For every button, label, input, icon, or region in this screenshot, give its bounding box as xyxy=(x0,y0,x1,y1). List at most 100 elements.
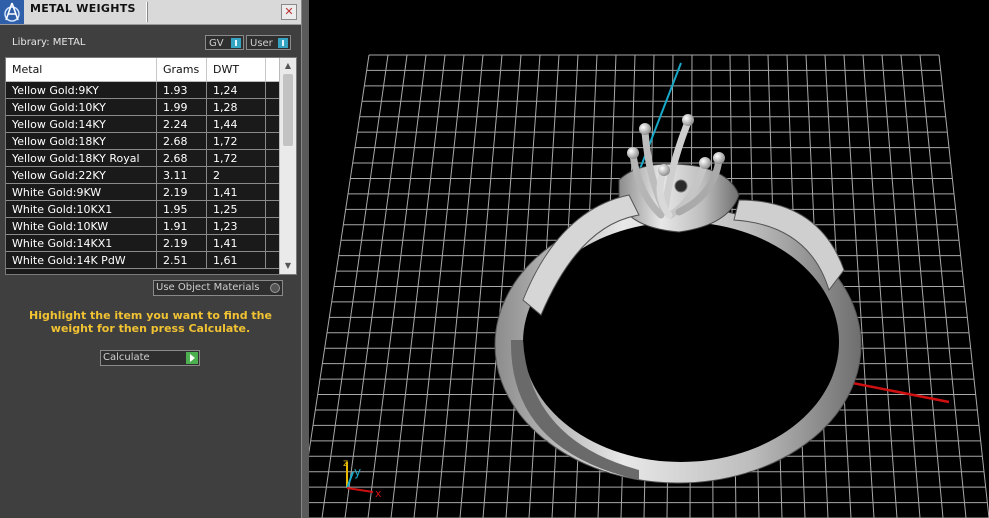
cell-dwt: 2 xyxy=(207,167,266,184)
3d-viewport[interactable]: z y x xyxy=(309,0,989,518)
column-header-dwt[interactable]: DWT xyxy=(207,58,266,81)
cell-dwt: 1,72 xyxy=(207,150,266,167)
cell-dwt: 1,44 xyxy=(207,116,266,133)
table-row[interactable]: White Gold:10KX1 1.95 1,25 xyxy=(6,201,279,218)
cell-grams: 1.93 xyxy=(157,82,207,99)
cell-dwt: 1,61 xyxy=(207,252,266,269)
cell-dwt: 1,25 xyxy=(207,201,266,218)
cell-spacer xyxy=(266,82,279,99)
cell-metal: White Gold:10KW xyxy=(6,218,157,235)
gizmo-x-label: x xyxy=(375,487,382,500)
cell-metal: Yellow Gold:18KY Royal xyxy=(6,150,157,167)
viewport-canvas[interactable]: z y x xyxy=(309,0,989,518)
gv-toggle-label: GV xyxy=(209,38,224,49)
table-row[interactable]: White Gold:10KW 1.91 1,23 xyxy=(6,218,279,235)
gv-toggle[interactable]: GV xyxy=(205,35,244,50)
table-row[interactable]: Yellow Gold:22KY 3.11 2 xyxy=(6,167,279,184)
scroll-up-icon[interactable]: ▲ xyxy=(280,59,296,73)
cell-spacer xyxy=(266,133,279,150)
app-logo-icon xyxy=(0,0,24,24)
table-row[interactable]: Yellow Gold:18KY 2.68 1,72 xyxy=(6,133,279,150)
cell-metal: Yellow Gold:22KY xyxy=(6,167,157,184)
gv-toggle-switch-icon xyxy=(231,38,241,48)
cell-metal: Yellow Gold:9KY xyxy=(6,82,157,99)
cell-dwt: 1,28 xyxy=(207,99,266,116)
ring-prong-tip-3 xyxy=(627,147,639,159)
column-header-metal[interactable]: Metal xyxy=(6,58,157,81)
cell-spacer xyxy=(266,235,279,252)
instruction-text: Highlight the item you want to find the … xyxy=(29,309,272,335)
cell-grams: 2.19 xyxy=(157,235,207,252)
cell-grams: 1.95 xyxy=(157,201,207,218)
cell-spacer xyxy=(266,150,279,167)
panel-title: METAL WEIGHTS xyxy=(30,2,136,15)
user-toggle[interactable]: User xyxy=(246,35,291,50)
cell-dwt: 1,72 xyxy=(207,133,266,150)
table-row[interactable]: Yellow Gold:18KY Royal 2.68 1,72 xyxy=(6,150,279,167)
panel-titlebar: METAL WEIGHTS ✕ xyxy=(0,0,301,25)
cell-metal: White Gold:14KX1 xyxy=(6,235,157,252)
scroll-thumb[interactable] xyxy=(283,74,293,146)
table-row[interactable]: White Gold:14KX1 2.19 1,41 xyxy=(6,235,279,252)
use-object-materials-option[interactable]: Use Object Materials xyxy=(153,280,283,296)
ring-prong-tip-6 xyxy=(713,152,725,164)
ring-prong-tip-2 xyxy=(682,114,694,126)
cell-grams: 2.68 xyxy=(157,150,207,167)
ring-prong-tip-4 xyxy=(699,157,711,169)
close-button[interactable]: ✕ xyxy=(281,4,297,20)
user-toggle-switch-icon xyxy=(278,38,288,48)
axis-gizmo: z y x xyxy=(343,458,382,500)
gizmo-x-line xyxy=(346,487,374,493)
cell-metal: Yellow Gold:14KY xyxy=(6,116,157,133)
cell-grams: 3.11 xyxy=(157,167,207,184)
cell-dwt: 1,24 xyxy=(207,82,266,99)
cell-grams: 2.51 xyxy=(157,252,207,269)
cell-spacer xyxy=(266,252,279,269)
cell-metal: White Gold:9KW xyxy=(6,184,157,201)
gizmo-z-label: z xyxy=(343,458,348,469)
title-tab-divider xyxy=(146,2,147,22)
table-scrollbar[interactable]: ▲ ▼ xyxy=(279,58,296,274)
cell-metal: Yellow Gold:10KY xyxy=(6,99,157,116)
calculate-button[interactable]: Calculate xyxy=(100,350,200,366)
ring-setting-hole xyxy=(674,179,688,193)
table-row[interactable]: Yellow Gold:9KY 1.93 1,24 xyxy=(6,82,279,99)
metal-table: Metal Grams DWT Yellow Gold:9KY 1.93 1,24 Y… xyxy=(5,57,297,275)
table-header: Metal Grams DWT xyxy=(6,58,279,82)
cell-spacer xyxy=(266,99,279,116)
use-object-materials-label: Use Object Materials xyxy=(156,282,260,293)
ring-prong-tip-5 xyxy=(658,164,670,176)
cell-spacer xyxy=(266,184,279,201)
cell-metal: White Gold:10KX1 xyxy=(6,201,157,218)
cell-grams: 1.91 xyxy=(157,218,207,235)
cell-spacer xyxy=(266,167,279,184)
gizmo-y-label: y xyxy=(354,465,361,479)
cell-metal: Yellow Gold:18KY xyxy=(6,133,157,150)
cell-metal: White Gold:14K PdW xyxy=(6,252,157,269)
table-row[interactable]: White Gold:14K PdW 2.51 1,61 xyxy=(6,252,279,269)
cell-dwt: 1,41 xyxy=(207,235,266,252)
cell-spacer xyxy=(266,201,279,218)
scroll-down-icon[interactable]: ▼ xyxy=(280,259,296,273)
ring-model[interactable] xyxy=(494,114,862,484)
cell-spacer xyxy=(266,218,279,235)
metal-weights-panel: METAL WEIGHTS ✕ Library: METAL GV User M… xyxy=(0,0,301,518)
play-icon xyxy=(186,352,198,364)
ring-prong-tip-1 xyxy=(639,123,651,135)
cell-dwt: 1,41 xyxy=(207,184,266,201)
calculate-label: Calculate xyxy=(103,352,150,363)
cell-grams: 2.19 xyxy=(157,184,207,201)
cell-spacer xyxy=(266,116,279,133)
cell-dwt: 1,23 xyxy=(207,218,266,235)
cell-grams: 2.68 xyxy=(157,133,207,150)
library-label: Library: METAL xyxy=(12,37,86,48)
radio-icon[interactable] xyxy=(270,283,280,293)
panel-splitter[interactable] xyxy=(301,0,309,518)
cell-grams: 2.24 xyxy=(157,116,207,133)
table-row[interactable]: Yellow Gold:14KY 2.24 1,44 xyxy=(6,116,279,133)
user-toggle-label: User xyxy=(250,38,273,49)
cell-grams: 1.99 xyxy=(157,99,207,116)
table-row[interactable]: Yellow Gold:10KY 1.99 1,28 xyxy=(6,99,279,116)
column-header-grams[interactable]: Grams xyxy=(157,58,207,81)
table-row[interactable]: White Gold:9KW 2.19 1,41 xyxy=(6,184,279,201)
